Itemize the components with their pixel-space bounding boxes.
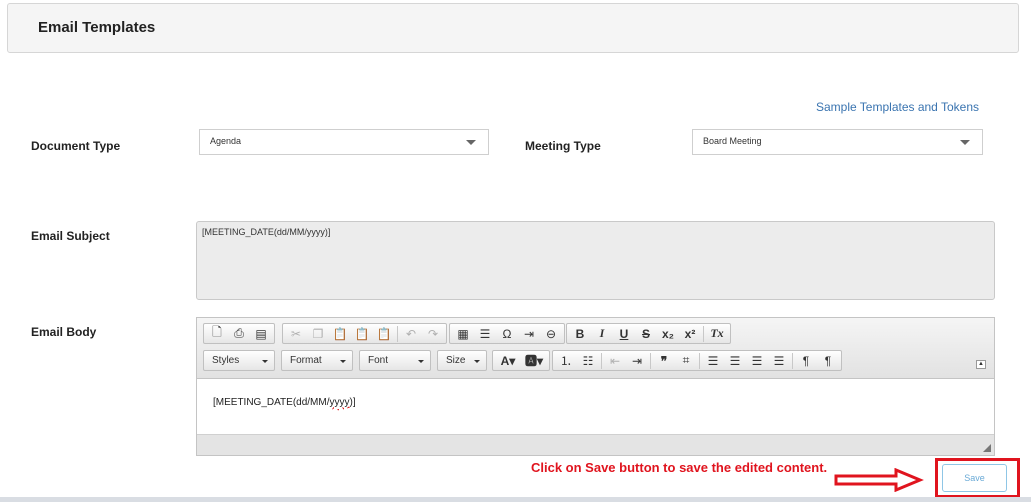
document-type-select[interactable]: Agenda <box>199 129 489 155</box>
chevron-down-icon <box>466 140 476 145</box>
size-dropdown[interactable]: Size <box>437 350 487 371</box>
font-dropdown[interactable]: Font <box>359 350 431 371</box>
collapse-toolbar-icon[interactable]: ▲ <box>976 360 986 369</box>
save-button[interactable]: Save <box>942 464 1007 492</box>
paste-word-icon[interactable]: 📋 <box>373 325 395 343</box>
toolbar-separator <box>792 352 793 369</box>
format-label: Format <box>290 355 322 366</box>
styles-dropdown[interactable]: Styles <box>203 350 275 371</box>
toolbar-separator <box>699 352 700 369</box>
toolbar-separator <box>703 325 704 342</box>
page-break-icon[interactable]: ⇥ <box>518 325 540 343</box>
resize-handle-icon[interactable] <box>983 444 991 452</box>
color-tools: A▾ 🅰▾ <box>492 350 550 371</box>
email-body-content[interactable]: [MEETING_DATE(dd/MM/yyyy)] <box>197 379 994 434</box>
toolbar-separator <box>601 352 602 369</box>
chevron-down-icon <box>262 360 268 363</box>
email-body-editor: 🗋 ⎙ ▤ ✂ ❐ 📋 📋 📋 ↶ ↷ ▦ ☰ Ω ⇥ ⊖ B I U S x₂ <box>196 317 995 456</box>
sample-templates-link[interactable]: Sample Templates and Tokens <box>816 100 979 114</box>
email-subject-label: Email Subject <box>31 229 110 243</box>
email-body-label: Email Body <box>31 325 97 339</box>
document-type-value: Agenda <box>210 136 242 146</box>
numbered-list-icon[interactable]: ⒈ <box>555 352 577 370</box>
editor-statusbar <box>197 434 994 455</box>
ltr-icon[interactable]: ¶ <box>795 352 817 370</box>
document-type-label: Document Type <box>31 139 121 153</box>
body-text-prefix: [MEETING_DATE(dd/MM/ <box>213 397 330 408</box>
meeting-type-select[interactable]: Board Meeting <box>692 129 983 155</box>
align-center-icon[interactable]: ☰ <box>724 352 746 370</box>
document-tools: 🗋 ⎙ ▤ <box>203 323 275 344</box>
bulleted-list-icon[interactable]: ☷ <box>577 352 599 370</box>
format-dropdown[interactable]: Format <box>281 350 353 371</box>
styles-label: Styles <box>212 355 240 366</box>
italic-icon[interactable]: I <box>591 325 613 343</box>
redo-icon[interactable]: ↷ <box>422 325 444 343</box>
text-style-tools: B I U S x₂ x² Tx <box>566 323 731 344</box>
chevron-down-icon <box>340 360 346 363</box>
size-label: Size <box>446 355 466 366</box>
rtl-icon[interactable]: ¶ <box>817 352 839 370</box>
font-label: Font <box>368 355 389 366</box>
paste-icon[interactable]: 📋 <box>329 325 351 343</box>
page-title: Email Templates <box>38 19 156 36</box>
remove-format-icon[interactable]: Tx <box>706 325 728 343</box>
div-container-icon[interactable]: ⌗ <box>675 352 697 370</box>
bold-icon[interactable]: B <box>569 325 591 343</box>
new-page-icon[interactable]: 🗋 <box>206 325 228 343</box>
page-header: Email Templates <box>7 3 1019 53</box>
table-icon[interactable]: ▦ <box>452 325 474 343</box>
cut-icon[interactable]: ✂ <box>285 325 307 343</box>
justify-icon[interactable]: ☰ <box>768 352 790 370</box>
toolbar-separator <box>397 325 398 342</box>
toolbar-separator <box>650 352 651 369</box>
undo-icon[interactable]: ↶ <box>400 325 422 343</box>
email-subject-field[interactable]: [MEETING_DATE(dd/MM/yyyy)] <box>196 221 995 300</box>
email-subject-value: [MEETING_DATE(dd/MM/yyyy)] <box>202 227 331 237</box>
meeting-type-label: Meeting Type <box>525 139 601 153</box>
templates-icon[interactable]: ▤ <box>250 325 272 343</box>
chevron-down-icon <box>960 140 970 145</box>
insert-tools: ▦ ☰ Ω ⇥ ⊖ <box>449 323 565 344</box>
list-tools: ⒈ ☷ ⇤ ⇥ ❞ ⌗ ☰ ☰ ☰ ☰ ¶ ¶ <box>552 350 842 371</box>
special-char-icon[interactable]: Ω <box>496 325 518 343</box>
horizontal-line-icon[interactable]: ☰ <box>474 325 496 343</box>
body-text-misspelled: yyyy <box>329 397 350 408</box>
page-bottom-border <box>0 497 1031 502</box>
indent-icon[interactable]: ⇥ <box>626 352 648 370</box>
meeting-type-value: Board Meeting <box>703 136 762 146</box>
save-button-label: Save <box>964 473 985 483</box>
strikethrough-icon[interactable]: S <box>635 325 657 343</box>
subscript-icon[interactable]: x₂ <box>657 325 679 343</box>
chevron-down-icon <box>418 360 424 363</box>
blockquote-icon[interactable]: ❞ <box>653 352 675 370</box>
text-color-icon[interactable]: A▾ <box>495 352 521 370</box>
body-text-suffix: )] <box>349 397 356 408</box>
superscript-icon[interactable]: x² <box>679 325 701 343</box>
link-icon[interactable]: ⊖ <box>540 325 562 343</box>
align-left-icon[interactable]: ☰ <box>702 352 724 370</box>
arrow-right-icon <box>834 468 924 492</box>
clipboard-tools: ✂ ❐ 📋 📋 📋 ↶ ↷ <box>282 323 447 344</box>
editor-toolbar: 🗋 ⎙ ▤ ✂ ❐ 📋 📋 📋 ↶ ↷ ▦ ☰ Ω ⇥ ⊖ B I U S x₂ <box>197 318 994 379</box>
background-color-icon[interactable]: 🅰▾ <box>521 352 547 370</box>
paste-text-icon[interactable]: 📋 <box>351 325 373 343</box>
align-right-icon[interactable]: ☰ <box>746 352 768 370</box>
chevron-down-icon <box>474 360 480 363</box>
outdent-icon[interactable]: ⇤ <box>604 352 626 370</box>
underline-icon[interactable]: U <box>613 325 635 343</box>
preview-icon[interactable]: ⎙ <box>228 325 250 343</box>
copy-icon[interactable]: ❐ <box>307 325 329 343</box>
save-instruction-annotation: Click on Save button to save the edited … <box>531 460 828 475</box>
